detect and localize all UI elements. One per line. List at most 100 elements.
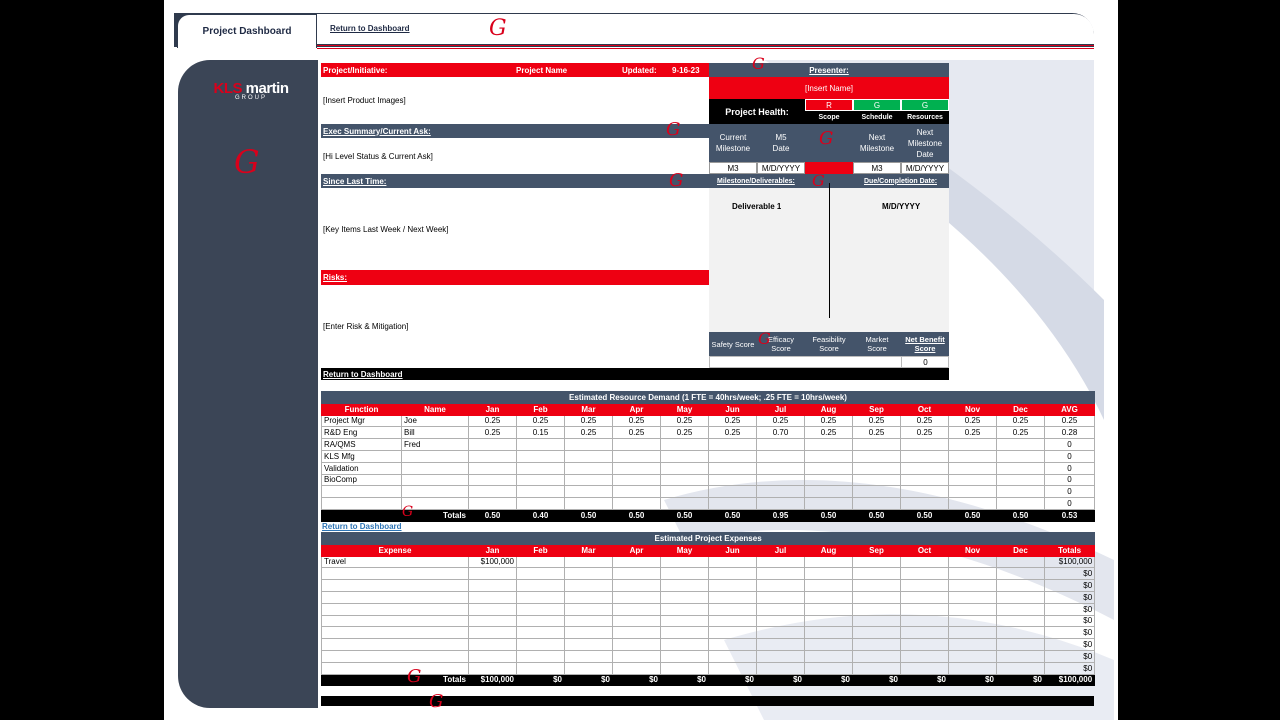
expense-cell[interactable]: [321, 638, 469, 651]
resource-cell[interactable]: 0: [1044, 438, 1095, 451]
expense-cell[interactable]: [804, 626, 853, 640]
expense-cell[interactable]: [756, 555, 805, 569]
expense-cell[interactable]: [321, 602, 469, 616]
expense-cell[interactable]: [660, 614, 709, 628]
resource-cell[interactable]: 0.25: [900, 414, 949, 428]
resource-cell[interactable]: Validation: [321, 461, 402, 475]
health-status-resources[interactable]: G: [901, 99, 949, 111]
expense-cell[interactable]: [996, 602, 1045, 616]
resource-cell[interactable]: [900, 473, 949, 487]
expense-cell[interactable]: [996, 555, 1045, 569]
resource-cell[interactable]: [612, 461, 661, 475]
expense-cell[interactable]: [756, 579, 805, 592]
expense-cell[interactable]: [708, 590, 757, 604]
expense-cell[interactable]: [948, 661, 997, 675]
resource-cell[interactable]: 0.25: [612, 426, 661, 440]
expense-cell[interactable]: $0: [1043, 590, 1096, 604]
expense-cell[interactable]: [852, 602, 901, 616]
resource-cell[interactable]: [948, 485, 997, 499]
expense-cell[interactable]: [804, 614, 853, 628]
expense-cell[interactable]: [852, 649, 901, 663]
expense-cell[interactable]: [468, 567, 517, 581]
expense-cell[interactable]: [804, 590, 853, 604]
expense-cell[interactable]: [516, 661, 565, 675]
expense-cell[interactable]: [756, 661, 805, 675]
resource-cell[interactable]: KLS Mfg: [321, 449, 402, 463]
expense-cell[interactable]: $0: [1043, 649, 1096, 663]
expense-cell[interactable]: [468, 579, 517, 592]
resource-cell[interactable]: 0.25: [852, 426, 901, 440]
expense-cell[interactable]: [321, 590, 469, 604]
expense-cell[interactable]: [516, 555, 565, 569]
resource-cell[interactable]: 0.25: [948, 426, 997, 440]
expense-cell[interactable]: $0: [1043, 614, 1096, 628]
resource-cell[interactable]: Fred: [401, 438, 469, 451]
expense-cell[interactable]: $100,000: [468, 555, 517, 569]
expense-cell[interactable]: $0: [1043, 626, 1096, 640]
resource-cell[interactable]: [756, 438, 805, 451]
expense-cell[interactable]: [468, 614, 517, 628]
expense-cell[interactable]: [948, 567, 997, 581]
return-to-dashboard-link-2[interactable]: Return to Dashboard: [321, 368, 949, 380]
expense-cell[interactable]: [804, 602, 853, 616]
resource-cell[interactable]: [564, 449, 613, 463]
resource-cell[interactable]: 0.25: [948, 414, 997, 428]
expense-cell[interactable]: [660, 602, 709, 616]
resource-cell[interactable]: 0.25: [708, 426, 757, 440]
expense-cell[interactable]: [948, 649, 997, 663]
resource-cell[interactable]: [852, 497, 901, 510]
resource-cell[interactable]: [564, 485, 613, 499]
next-milestone-date[interactable]: M/D/YYYY: [901, 162, 949, 174]
resource-cell[interactable]: [468, 461, 517, 475]
expense-cell[interactable]: [804, 661, 853, 675]
expense-cell[interactable]: [756, 626, 805, 640]
expense-cell[interactable]: [900, 567, 949, 581]
expense-cell[interactable]: [996, 638, 1045, 651]
resource-cell[interactable]: 0.25: [660, 426, 709, 440]
expense-cell[interactable]: [468, 638, 517, 651]
resource-cell[interactable]: 0.25: [660, 414, 709, 428]
resource-cell[interactable]: [468, 485, 517, 499]
expense-cell[interactable]: [612, 555, 661, 569]
resource-cell[interactable]: [516, 449, 565, 463]
expense-cell[interactable]: [468, 590, 517, 604]
expense-cell[interactable]: [516, 567, 565, 581]
expense-cell[interactable]: [852, 638, 901, 651]
resource-cell[interactable]: [804, 485, 853, 499]
expense-cell[interactable]: [564, 567, 613, 581]
expense-cell[interactable]: [321, 661, 469, 675]
resource-cell[interactable]: [756, 449, 805, 463]
expense-cell[interactable]: [756, 602, 805, 616]
expense-cell[interactable]: $0: [1043, 579, 1096, 592]
resource-cell[interactable]: [708, 485, 757, 499]
expense-cell[interactable]: [564, 661, 613, 675]
resource-cell[interactable]: [804, 497, 853, 510]
resource-cell[interactable]: 0.25: [612, 414, 661, 428]
resource-cell[interactable]: 0: [1044, 485, 1095, 499]
expense-cell[interactable]: [564, 638, 613, 651]
expense-cell[interactable]: [948, 626, 997, 640]
resource-cell[interactable]: 0.25: [1044, 414, 1095, 428]
expense-cell[interactable]: [660, 649, 709, 663]
expense-cell[interactable]: [852, 555, 901, 569]
resource-cell[interactable]: [852, 485, 901, 499]
resource-cell[interactable]: [900, 485, 949, 499]
resource-cell[interactable]: 0.15: [516, 426, 565, 440]
expense-cell[interactable]: [612, 590, 661, 604]
return-to-dashboard-link[interactable]: Return to Dashboard: [330, 24, 410, 33]
next-milestone-value[interactable]: M3: [853, 162, 901, 174]
expense-cell[interactable]: [708, 555, 757, 569]
expense-cell[interactable]: [996, 567, 1045, 581]
resource-cell[interactable]: [516, 497, 565, 510]
resource-cell[interactable]: [612, 497, 661, 510]
expense-cell[interactable]: [756, 649, 805, 663]
expense-cell[interactable]: [468, 626, 517, 640]
expense-cell[interactable]: $0: [1043, 661, 1096, 675]
expense-cell[interactable]: [852, 626, 901, 640]
expense-cell[interactable]: [996, 661, 1045, 675]
resource-cell[interactable]: [468, 497, 517, 510]
expense-cell[interactable]: [708, 579, 757, 592]
expense-cell[interactable]: [996, 614, 1045, 628]
resource-cell[interactable]: Project Mgr: [321, 414, 402, 428]
resource-cell[interactable]: [900, 461, 949, 475]
